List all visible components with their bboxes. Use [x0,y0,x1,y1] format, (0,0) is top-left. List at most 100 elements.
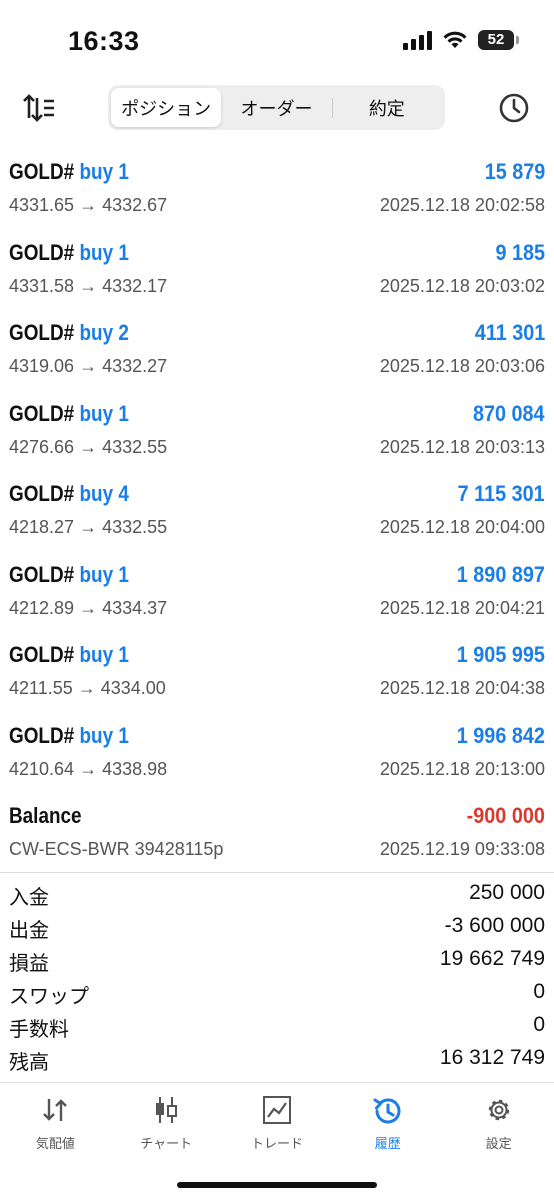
deal-time: 2025.12.18 20:03:02 [379,275,545,296]
deal-prices: 4218.27 → 4332.55 [9,517,168,537]
deal-time: 2025.12.19 09:33:08 [379,839,545,859]
quotes-arrows-icon [43,1099,68,1121]
summary-row-swap: スワップ 0 [0,977,554,1010]
symbol-name: GOLD# [9,561,75,587]
deal-prices: 4210.64 → 4338.98 [9,758,168,779]
deal-row[interactable]: GOLD# buy 1 1 905 995 4211.55 → 4334.00 … [0,633,554,714]
candlestick-icon [156,1097,178,1123]
summary-label: 損益 [9,953,49,975]
summary-row-commission: 手数料 0 [0,1010,554,1043]
symbol-name: GOLD# [9,159,75,184]
summary-row-balance: 残高 16 312 749 [0,1043,554,1076]
summary-value: -3 600 000 [444,914,545,937]
summary-label: 手数料 [9,1019,69,1041]
deal-time: 2025.12.18 20:04:38 [379,678,545,698]
trade-chart-icon [262,1096,291,1124]
deal-profit: 1 890 897 [456,561,545,587]
tab-orders-label: オーダー [240,98,313,119]
deal-symbol: GOLD# buy 1 [9,562,129,588]
deal-symbol: GOLD# buy 1 [9,159,129,185]
account-summary: 入金 250 000 出金 -3 600 000 損益 19 662 749 ス… [0,878,554,1076]
symbol-name: GOLD# [9,320,75,345]
summary-value: 0 [533,980,545,1003]
history-clock-icon [373,1098,401,1124]
home-indicator [177,1182,377,1188]
deal-prices: 4211.55 → 4334.00 [9,678,166,698]
status-icons: 52 [403,30,519,50]
summary-row-deposit: 入金 250 000 [0,878,554,911]
tab-settings[interactable]: 設定 [443,1083,554,1200]
deal-prices: 4276.66 → 4332.55 [9,436,168,457]
tab-label: 気配値 [35,1136,75,1151]
deal-symbol: GOLD# buy 2 [9,320,129,346]
deal-time: 2025.12.18 20:03:13 [379,436,545,457]
deal-row[interactable]: GOLD# buy 1 15 879 4331.65 → 4332.67 202… [0,150,554,231]
deal-side: buy 1 [79,722,129,748]
deal-side: buy 1 [79,400,129,426]
deal-time: 2025.12.18 20:04:21 [379,597,545,618]
deal-symbol: GOLD# buy 1 [9,642,129,668]
tab-positions[interactable]: ポジション [111,88,222,127]
deal-symbol: GOLD# buy 1 [9,401,129,427]
deal-prices: 4331.58 → 4332.17 [9,275,168,296]
summary-label: 出金 [9,920,49,942]
deal-side: buy 1 [79,159,129,184]
summary-row-withdrawal: 出金 -3 600 000 [0,911,554,944]
symbol-name: GOLD# [9,481,75,506]
deal-side: buy 2 [79,320,129,345]
deal-symbol: GOLD# buy 4 [9,481,129,507]
deal-time: 2025.12.18 20:13:00 [379,758,545,779]
symbol-name: GOLD# [9,642,75,667]
deal-profit: 870 084 [473,400,545,426]
deal-profit: 7 115 301 [457,481,545,506]
deal-row[interactable]: GOLD# buy 2 411 301 4319.06 → 4332.27 20… [0,311,554,392]
deal-profit: 1 905 995 [456,642,545,667]
deal-profit: 9 185 [495,239,545,265]
tab-quotes[interactable]: 気配値 [0,1083,111,1200]
summary-row-profit: 損益 19 662 749 [0,944,554,977]
deal-prices: 4212.89 → 4334.37 [9,597,168,618]
deal-profit: 1 996 842 [456,722,545,748]
tab-orders[interactable]: オーダー [221,88,331,127]
deal-time: 2025.12.18 20:03:06 [379,356,545,376]
deal-side: buy 1 [79,239,129,265]
tab-label: チャート [140,1136,193,1151]
deal-row[interactable]: GOLD# buy 4 7 115 301 4218.27 → 4332.55 … [0,472,554,553]
summary-value: 16 312 749 [439,1046,545,1069]
symbol-name: Balance [9,803,82,828]
deal-prices: 4331.65 → 4332.67 [9,195,168,215]
cellular-signal-icon [403,30,432,50]
tab-label: 設定 [485,1136,512,1151]
deal-time: 2025.12.18 20:04:00 [379,517,545,537]
deal-symbol: GOLD# buy 1 [9,723,129,749]
summary-label: 入金 [9,887,49,909]
summary-label: スワップ [9,986,89,1008]
gear-icon [488,1099,509,1121]
status-time: 16:33 [68,26,140,56]
segmented-control: ポジション オーダー 約定 [108,85,445,130]
sort-icon[interactable] [22,92,58,124]
summary-value: 0 [533,1013,545,1036]
period-clock-icon[interactable] [496,90,532,126]
status-bar: 16:33 52 [0,0,554,80]
deal-row[interactable]: GOLD# buy 1 870 084 4276.66 → 4332.55 20… [0,392,554,473]
deal-time: 2025.12.18 20:02:58 [379,195,545,215]
tab-deals[interactable]: 約定 [331,88,442,127]
deal-prices: 4319.06 → 4332.27 [9,356,168,376]
tab-label: 履歴 [374,1136,401,1151]
deal-side: buy 4 [79,481,129,506]
deal-row[interactable]: GOLD# buy 1 1 890 897 4212.89 → 4334.37 … [0,553,554,634]
symbol-name: GOLD# [9,239,75,265]
deal-row[interactable]: GOLD# buy 1 1 996 842 4210.64 → 4338.98 … [0,714,554,795]
summary-value: 19 662 749 [439,947,545,970]
segment-divider [331,98,333,118]
deal-row[interactable]: GOLD# buy 1 9 185 4331.58 → 4332.17 2025… [0,231,554,312]
deal-comment: CW-ECS-BWR 39428115p [9,839,224,859]
deal-side: buy 1 [79,642,129,667]
battery-icon: 52 [478,30,519,50]
balance-row[interactable]: Balance -900 000 CW-ECS-BWR 39428115p 20… [0,794,554,875]
deal-symbol: GOLD# buy 1 [9,240,129,266]
summary-label: 残高 [9,1052,49,1074]
deal-side: buy 1 [79,561,129,587]
deal-profit: 15 879 [484,159,545,184]
